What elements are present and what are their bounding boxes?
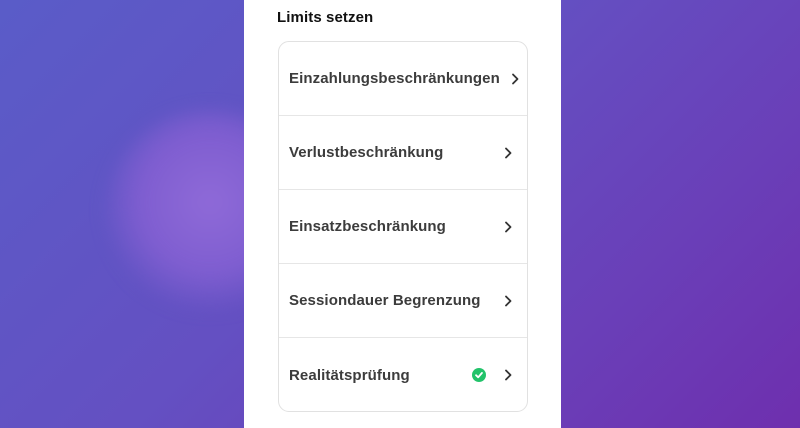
limit-item-label: Einzahlungsbeschränkungen [289,70,500,87]
limit-item-session[interactable]: Sessiondauer Begrenzung [279,264,527,338]
limit-item-label: Verlustbeschränkung [289,144,444,161]
limit-item-label: Sessiondauer Begrenzung [289,292,481,309]
limit-item-loss[interactable]: Verlustbeschränkung [279,116,527,190]
chevron-right-icon [512,73,519,84]
limit-item-deposit[interactable]: Einzahlungsbeschränkungen [279,42,527,116]
chevron-right-icon [505,147,512,158]
chevron-right-icon [505,369,512,381]
limits-panel: Limits setzen Einzahlungsbeschränkungen … [244,0,561,428]
section-title: Limits setzen [277,9,374,26]
limit-item-label: Einsatzbeschränkung [289,218,446,235]
chevron-right-icon [505,221,512,232]
limit-item-wager[interactable]: Einsatzbeschränkung [279,190,527,264]
chevron-right-icon [505,295,512,306]
check-circle-icon [472,368,486,382]
limit-item-label: Realitätsprüfung [289,366,410,384]
limit-item-reality-check[interactable]: Realitätsprüfung [279,338,527,411]
limits-list: Einzahlungsbeschränkungen Verlustbeschrä… [278,41,528,412]
